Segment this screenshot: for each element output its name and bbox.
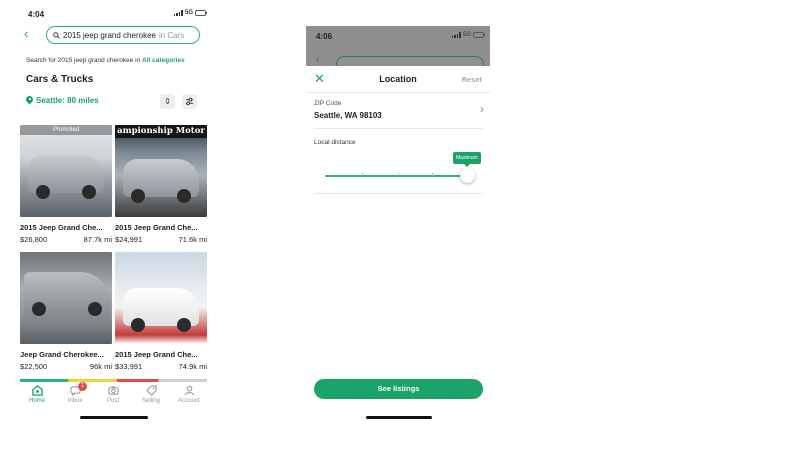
listing-photo: ampionship Motor	[115, 125, 207, 217]
tab-inbox[interactable]: 1 Inbox	[56, 382, 94, 408]
dimmed-background: 4:06 5G ‹	[306, 26, 490, 66]
listing-price: $22,500	[20, 362, 48, 371]
listing-card[interactable]: 2015 Jeep Grand Che... $33,991 74.9k mi	[115, 252, 207, 371]
reset-button[interactable]: Reset	[462, 75, 482, 84]
see-listings-button[interactable]: See listings	[314, 379, 483, 399]
search-all-categories: Search for 2015 jeep grand cherokee in A…	[26, 57, 185, 64]
search-scope: in Cars	[158, 30, 185, 40]
listing-title: 2015 Jeep Grand Che...	[115, 350, 198, 359]
status-time: 4:04	[28, 10, 45, 19]
carrier-label: 5G	[184, 10, 193, 16]
search-input	[336, 56, 484, 66]
battery-icon	[473, 32, 485, 38]
location-filter[interactable]: Seattle: 80 miles	[26, 96, 99, 105]
listing-mileage: 96k mi	[89, 362, 112, 371]
slider-tick	[432, 173, 433, 176]
location-label: Seattle: 80 miles	[36, 96, 99, 105]
listing-price: $33,991	[115, 362, 143, 371]
listing-mileage: 71.6k mi	[178, 235, 207, 244]
dealer-banner: ampionship Motor	[115, 125, 207, 138]
all-categories-link[interactable]: All categories	[142, 57, 185, 64]
carrier-label: 5G	[462, 32, 471, 38]
slider-tooltip: Maximum	[453, 152, 481, 167]
search-all-prefix: Search for 2015 jeep grand cherokee in	[26, 57, 141, 64]
tab-selling[interactable]: Selling	[132, 382, 170, 408]
local-distance-label: Local distance	[314, 139, 356, 146]
tab-label: Selling	[141, 398, 160, 404]
status-bar: 4:04 5G	[14, 8, 214, 22]
distance-slider-track[interactable]	[325, 175, 467, 177]
car-image	[123, 288, 199, 332]
location-pin-icon	[26, 96, 33, 105]
chevron-right-icon: ›	[480, 102, 484, 116]
listing-title: 2015 Jeep Grand Che...	[115, 223, 198, 232]
home-icon	[31, 385, 43, 396]
listing-card[interactable]: Jeep Grand Cherokee... $22,500 96k mi	[20, 252, 112, 371]
search-icon	[53, 31, 60, 39]
battery-icon	[195, 10, 207, 16]
listing-price: $26,800	[20, 235, 48, 244]
camera-icon	[107, 385, 119, 396]
divider	[314, 128, 483, 129]
bottom-tab-bar: Home 1 Inbox Post Selling Account	[18, 382, 208, 408]
tab-label: Inbox	[67, 398, 83, 404]
listing-price: $24,991	[115, 235, 143, 244]
listing-mileage: 87.7k mi	[83, 235, 112, 244]
inbox-badge: 1	[78, 382, 88, 391]
search-input[interactable]: 2015 jeep grand cherokee in Cars	[46, 26, 200, 44]
sliders-icon	[185, 97, 194, 106]
tab-label: Home	[28, 398, 45, 404]
slider-tick	[362, 173, 363, 176]
tab-home[interactable]: Home	[18, 382, 56, 408]
sheet-header: ✕ Location Reset	[306, 72, 490, 88]
listing-photo	[20, 252, 112, 344]
divider	[306, 92, 490, 93]
tab-post[interactable]: Post	[94, 382, 132, 408]
sort-icon: ⇕	[164, 97, 171, 106]
back-icon[interactable]: ‹	[24, 27, 38, 43]
car-image	[123, 159, 199, 203]
person-icon	[183, 385, 195, 396]
signal-icon	[451, 32, 461, 38]
distance-slider-thumb[interactable]	[459, 168, 475, 183]
zip-code-value: Seattle, WA 98103	[314, 111, 382, 120]
back-icon: ‹	[316, 54, 320, 65]
listing-title: 2015 Jeep Grand Che...	[20, 223, 103, 232]
listing-photo: Promoted	[20, 125, 112, 217]
car-image	[28, 155, 104, 199]
home-indicator	[366, 416, 432, 419]
listing-mileage: 74.9k mi	[178, 362, 207, 371]
listing-title: Jeep Grand Cherokee...	[20, 350, 104, 359]
section-title: Cars & Trucks	[26, 74, 94, 85]
filter-button[interactable]	[182, 94, 197, 109]
listing-card[interactable]: Promoted 2015 Jeep Grand Che... $26,800 8…	[20, 125, 112, 244]
listing-photo	[115, 252, 207, 344]
slider-tick	[398, 173, 399, 176]
tag-icon	[145, 385, 157, 396]
search-bar: ‹ 2015 jeep grand cherokee in Cars	[24, 26, 204, 44]
home-indicator	[80, 416, 148, 419]
tab-account[interactable]: Account	[170, 382, 208, 408]
car-image	[24, 272, 110, 322]
search-query: 2015 jeep grand cherokee	[63, 30, 156, 40]
sort-button[interactable]: ⇕	[160, 94, 175, 109]
zip-code-label: ZIP Code	[314, 100, 342, 107]
tab-label: Account	[178, 398, 200, 404]
promoted-badge: Promoted	[20, 125, 112, 135]
listing-card[interactable]: ampionship Motor 2015 Jeep Grand Che... …	[115, 125, 207, 244]
status-time: 4:06	[316, 32, 333, 41]
tab-label: Post	[106, 398, 119, 404]
divider	[314, 193, 483, 194]
location-sheet: ✕ Location Reset ZIP Code Seattle, WA 98…	[306, 66, 490, 430]
signal-icon	[173, 10, 183, 16]
